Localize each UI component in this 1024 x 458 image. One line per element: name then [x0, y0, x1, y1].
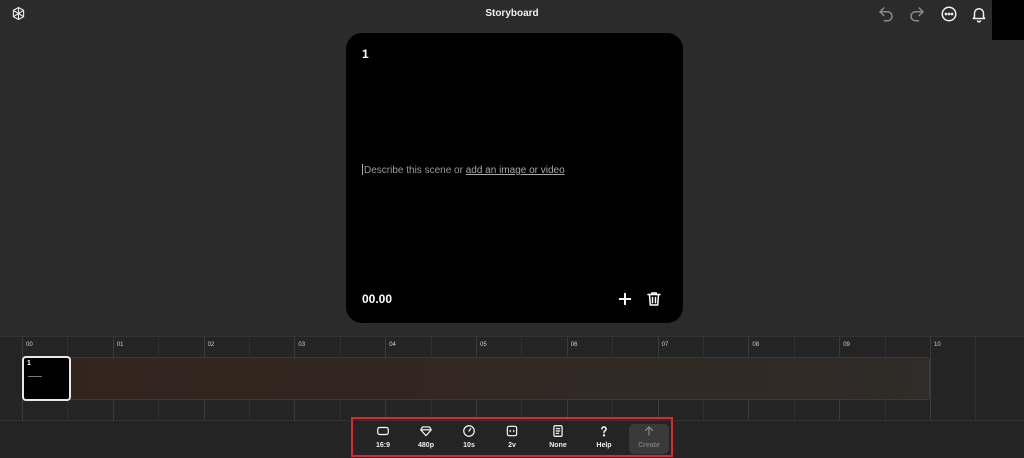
timeline[interactable]: 1 00 01 02 03 04 05 06 07 08 09 10: [0, 336, 1024, 421]
duration-clock-icon: [463, 425, 475, 437]
duration-label: 10s: [463, 442, 475, 449]
top-bar: Storyboard: [0, 0, 1024, 40]
timeline-tick-label: 10: [934, 342, 941, 348]
duration-button[interactable]: 10s: [451, 424, 487, 454]
create-button[interactable]: Create: [629, 424, 669, 454]
timeline-minor-tick: [975, 337, 977, 421]
trash-icon[interactable]: [645, 290, 663, 308]
preset-label: None: [549, 442, 567, 449]
scene-timestamp: 00.00: [362, 292, 393, 306]
preset-icon: [553, 425, 563, 437]
timeline-tick-label: 00: [26, 342, 33, 348]
timeline-track[interactable]: [22, 357, 930, 400]
timeline-tick-label: 01: [116, 342, 124, 348]
scene-card[interactable]: 1 Describe this scene or add an image or…: [346, 33, 683, 323]
timeline-clip[interactable]: 1: [22, 356, 71, 401]
clip-number: 1: [27, 360, 31, 367]
redo-icon[interactable]: [908, 5, 926, 23]
timeline-tick-label: 06: [570, 342, 578, 348]
add-media-link[interactable]: add an image or video: [466, 165, 565, 176]
text-caret: [362, 164, 363, 175]
timeline-tick-label: 07: [661, 342, 669, 348]
timeline-tick-line: [930, 337, 931, 421]
help-label: Help: [596, 442, 612, 449]
resolution-label: 480p: [418, 442, 434, 449]
corner-panel: [992, 0, 1024, 40]
create-label: Create: [638, 442, 660, 449]
create-arrow-icon: [644, 426, 654, 436]
scene-prompt-input[interactable]: Describe this scene or add an image or v…: [362, 164, 565, 176]
aspect-ratio-icon: [377, 426, 389, 436]
timeline-tick-label: 04: [389, 342, 396, 348]
resolution-button[interactable]: 480p: [408, 424, 444, 454]
aspect-ratio-button[interactable]: 16:9: [365, 424, 401, 454]
undo-icon[interactable]: [877, 5, 895, 23]
settings-toolbar: 16:9 480p 10s 2v None Help Create: [351, 417, 673, 457]
timeline-tick-label: 02: [207, 342, 215, 348]
preset-button[interactable]: None: [540, 424, 576, 454]
timeline-tick-label: 09: [843, 342, 850, 348]
help-icon: [601, 426, 607, 437]
variations-icon: [506, 425, 518, 437]
variations-button[interactable]: 2v: [494, 424, 530, 454]
scene-prompt-placeholder: Describe this scene or: [364, 165, 466, 176]
page-title: Storyboard: [485, 8, 539, 19]
scene-number: 1: [362, 47, 369, 61]
clip-placeholder-line: [28, 376, 42, 377]
variations-label: 2v: [508, 442, 516, 449]
add-icon[interactable]: [616, 290, 634, 308]
resolution-diamond-icon: [420, 426, 432, 437]
timeline-tick-label: 08: [752, 342, 760, 348]
timeline-tick-label: 05: [480, 342, 487, 348]
more-options-icon[interactable]: [940, 5, 958, 23]
aspect-ratio-label: 16:9: [375, 442, 390, 449]
timeline-tick-label: 03: [298, 342, 306, 348]
help-button[interactable]: Help: [586, 424, 622, 454]
notifications-bell-icon[interactable]: [970, 5, 988, 23]
